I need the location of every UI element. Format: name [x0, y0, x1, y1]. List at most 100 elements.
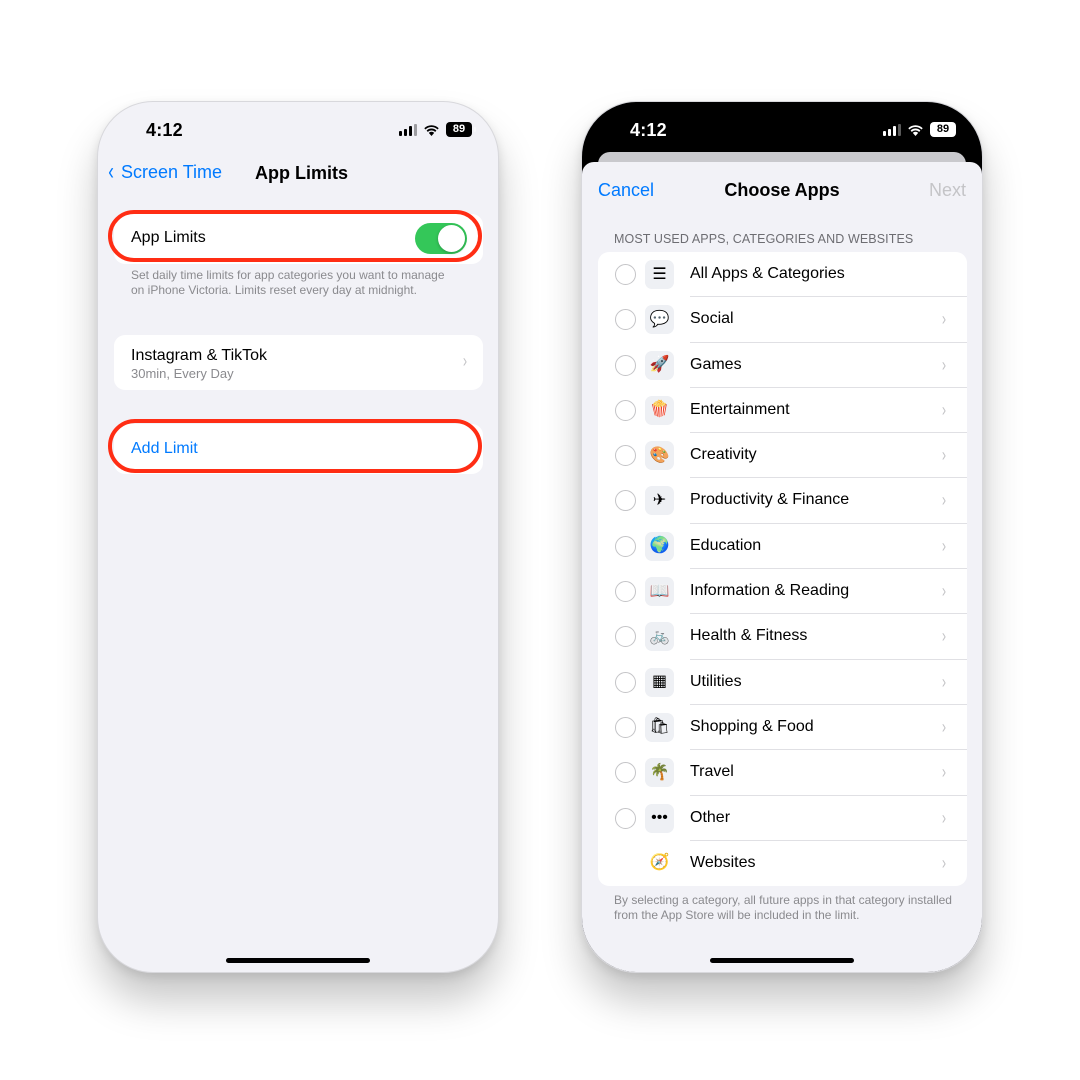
selection-radio[interactable] [615, 490, 636, 512]
palm-tree-icon: 🌴 [645, 758, 674, 788]
chevron-right-icon: › [941, 354, 947, 375]
status-bar: 4:12 89 [98, 102, 498, 158]
navigation-bar: ‹ Screen Time App Limits [98, 160, 498, 190]
app-limits-toggle-row: App Limits [114, 214, 483, 264]
wifi-icon [423, 124, 440, 136]
shopping-bag-icon: 🛍 [645, 712, 674, 742]
status-bar: 4:12 89 [582, 102, 982, 158]
chevron-right-icon: › [941, 309, 947, 330]
chevron-right-icon: › [941, 626, 947, 647]
home-indicator[interactable] [226, 958, 370, 963]
category-row[interactable]: 📖 Information & Reading › [598, 569, 967, 615]
compass-icon: 🧭 [649, 854, 670, 872]
selection-radio[interactable] [615, 399, 636, 421]
home-indicator[interactable] [710, 958, 854, 963]
chevron-right-icon: › [941, 490, 947, 511]
category-label: Health & Fitness [690, 627, 808, 645]
battery-icon: 89 [446, 122, 476, 137]
sheet-navigation-bar: Choose Apps Cancel Next [582, 180, 982, 204]
category-label: Shopping & Food [690, 717, 814, 735]
section-header: MOST USED APPS, CATEGORIES AND WEBSITES [614, 232, 914, 246]
category-label: Creativity [690, 446, 757, 464]
chevron-right-icon: › [941, 852, 947, 873]
next-button[interactable]: Next [929, 180, 966, 201]
category-label: Information & Reading [690, 582, 850, 600]
chevron-right-icon: › [941, 581, 947, 602]
calculator-icon: ▦ [645, 667, 674, 697]
category-label: Utilities [690, 672, 742, 690]
selection-radio[interactable] [615, 354, 636, 376]
choose-apps-sheet: Choose Apps Cancel Next MOST USED APPS, … [582, 162, 982, 972]
chevron-right-icon: › [941, 671, 947, 692]
switch-knob [438, 225, 465, 252]
page-title: App Limits [255, 163, 348, 183]
status-time: 4:12 [146, 120, 183, 140]
stack-icon: ☰ [645, 260, 674, 289]
selection-radio[interactable] [615, 535, 636, 557]
category-label: Websites [690, 853, 756, 871]
back-button[interactable]: ‹ Screen Time [107, 160, 222, 184]
speech-heart-icon: 💬 [645, 305, 674, 335]
category-label: Travel [690, 763, 734, 781]
back-label: Screen Time [121, 161, 223, 182]
category-row[interactable]: 🎨 Creativity › [598, 433, 967, 479]
status-time: 4:12 [630, 120, 667, 140]
battery-icon: 89 [930, 122, 960, 137]
category-row[interactable]: ☰ All Apps & Categories [598, 252, 967, 298]
chevron-right-icon: › [941, 807, 947, 828]
category-list: ☰ All Apps & Categories 💬 Social › 🚀 Games › 🍿 En… [598, 252, 967, 887]
category-label: Other [690, 808, 731, 826]
category-label: Education [690, 536, 762, 554]
globe-icon: 🌍 [645, 531, 674, 561]
selection-radio[interactable] [615, 716, 636, 738]
ellipsis-icon: ••• [645, 803, 674, 833]
category-row[interactable]: ▦ Utilities › [598, 660, 967, 705]
selection-radio[interactable] [615, 807, 636, 829]
selection-radio[interactable] [615, 762, 636, 784]
cellular-signal-icon [883, 123, 901, 136]
book-icon: 📖 [645, 577, 674, 607]
selection-radio[interactable] [615, 309, 636, 331]
category-row[interactable]: 💬 Social › [598, 297, 967, 343]
wifi-icon [907, 124, 924, 136]
phone-app-limits: 4:12 89 ‹ Screen Time App Limits App Lim… [97, 101, 499, 973]
selection-radio[interactable] [615, 671, 636, 693]
category-row[interactable]: 🚀 Games › [598, 343, 967, 388]
selection-radio[interactable] [615, 445, 636, 467]
chevron-right-icon: › [941, 445, 947, 466]
category-label: All Apps & Categories [690, 265, 845, 282]
chevron-right-icon: › [941, 399, 947, 420]
category-row[interactable]: ✈ Productivity & Finance › [598, 478, 967, 524]
category-label: Entertainment [690, 400, 790, 418]
selection-radio[interactable] [615, 581, 636, 603]
rocket-icon: 🚀 [645, 350, 674, 380]
category-row[interactable]: ••• Other › [598, 796, 967, 841]
category-row[interactable]: 🍿 Entertainment › [598, 388, 967, 434]
chevron-right-icon: › [941, 535, 947, 556]
phone-choose-apps: 4:12 89 Choose Apps Cancel Next MOST USE… [581, 101, 983, 973]
category-row[interactable]: 🛍 Shopping & Food › [598, 705, 967, 751]
category-label: Social [690, 310, 734, 328]
bicycle-icon: 🚲 [645, 622, 674, 652]
cellular-signal-icon [399, 123, 417, 136]
category-row[interactable]: 🧭 Websites › [598, 841, 967, 886]
category-label: Productivity & Finance [690, 491, 850, 509]
paper-plane-icon: ✈ [645, 486, 674, 516]
limit-subtitle: 30min, Every Day [131, 366, 234, 381]
chevron-left-icon: ‹ [108, 158, 114, 185]
category-row[interactable]: 🌍 Education › [598, 524, 967, 570]
app-limits-footnote: Set daily time limits for app categories… [131, 268, 445, 297]
app-limits-switch[interactable] [415, 223, 467, 254]
add-limit-button[interactable]: Add Limit [114, 424, 483, 474]
palette-icon: 🎨 [645, 441, 674, 471]
selection-radio[interactable] [615, 626, 636, 648]
limit-title: Instagram & TikTok [131, 347, 268, 364]
category-row[interactable]: 🌴 Travel › [598, 750, 967, 796]
limit-row[interactable]: Instagram & TikTok 30min, Every Day › [114, 335, 483, 390]
selection-radio[interactable] [615, 264, 636, 285]
category-row[interactable]: 🚲 Health & Fitness › [598, 614, 967, 660]
add-limit-label: Add Limit [131, 440, 198, 457]
popcorn-icon: 🍿 [645, 395, 674, 425]
toggle-label: App Limits [131, 229, 206, 246]
cancel-button[interactable]: Cancel [598, 180, 654, 201]
